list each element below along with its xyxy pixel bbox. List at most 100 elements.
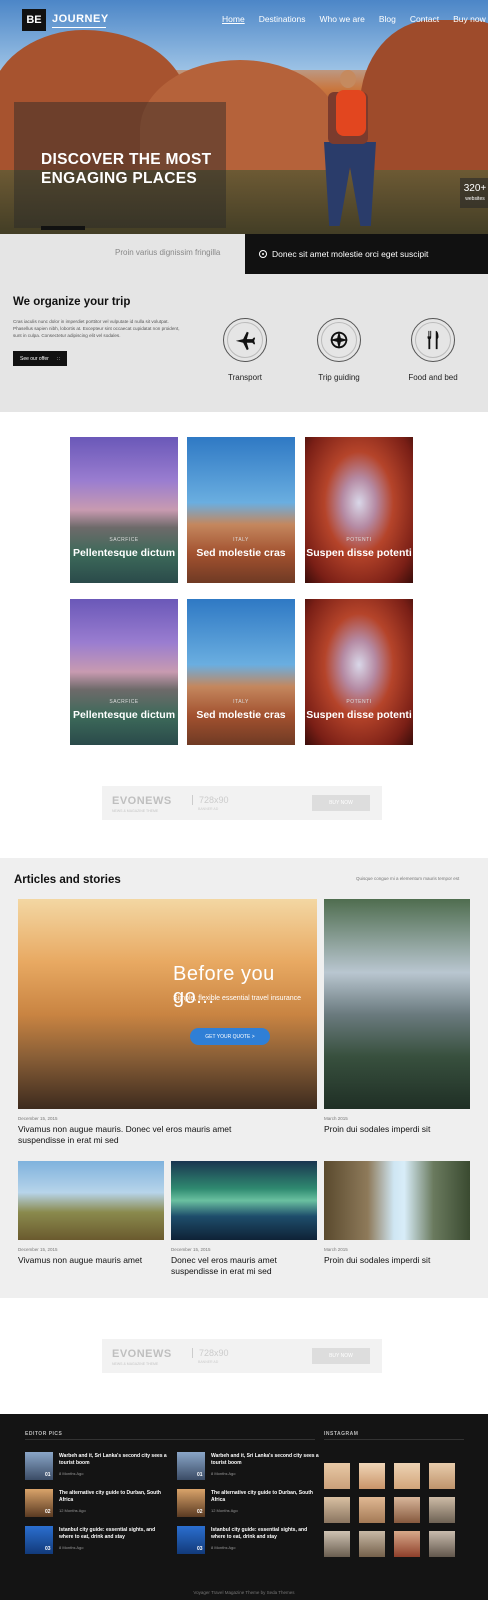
article-date: December 15, 2015: [18, 1247, 58, 1252]
banner-ad[interactable]: EVONEWS NEWS & MAGAZINE THEME 728x90 BAN…: [102, 1339, 382, 1373]
article-title[interactable]: Vivamus non augue mauris. Donec vel eros…: [18, 1124, 258, 1146]
articles-section: Articles and stories Quisque congue mi a…: [0, 858, 488, 1298]
pick-title: Warbeh and it, Sri Lanka's second city s…: [59, 1453, 167, 1466]
nav-destinations[interactable]: Destinations: [259, 14, 306, 24]
pick-title: Warbeh and it, Sri Lanka's second city s…: [211, 1453, 319, 1466]
article-image[interactable]: [324, 899, 470, 1109]
ad-buy-button[interactable]: BUY NOW: [312, 795, 370, 811]
editor-pick-item[interactable]: 03 Istanbul city guide: essential sights…: [25, 1526, 165, 1556]
airplane-icon: [235, 331, 256, 351]
instagram-thumb[interactable]: [324, 1531, 350, 1557]
instagram-heading: INSTAGRAM: [324, 1431, 359, 1437]
destination-card[interactable]: SACRFICE Pellentesque dictum: [70, 437, 178, 583]
nav-buy-now[interactable]: Buy now: [453, 14, 486, 24]
ad-brand: EVONEWS: [112, 795, 172, 807]
service-transport[interactable]: Transport: [205, 318, 285, 382]
pick-number: 01: [45, 1472, 51, 1478]
instagram-thumb[interactable]: [324, 1497, 350, 1523]
news-ticker: Proin varius dignissim fringilla Donec s…: [0, 234, 488, 274]
article-image[interactable]: [324, 1161, 470, 1240]
stat-number: 320+: [463, 183, 487, 194]
editor-pick-item[interactable]: 03 Istanbul city guide: essential sights…: [177, 1526, 317, 1556]
article-date: December 15, 2015: [18, 1116, 58, 1121]
instagram-thumb[interactable]: [429, 1531, 455, 1557]
instagram-thumb[interactable]: [429, 1463, 455, 1489]
destination-card[interactable]: POTENTI Suspen disse potenti: [305, 437, 413, 583]
hero-stat-badge: 320+ websites: [460, 178, 488, 208]
pick-number: 01: [197, 1472, 203, 1478]
ticker-active-item[interactable]: Donec sit amet molestie orci eget suscip…: [245, 234, 488, 274]
editor-pick-item[interactable]: 02 The alternative city guide to Durban,…: [25, 1489, 165, 1519]
logo-box: BE: [22, 9, 46, 31]
compass-icon: [329, 330, 349, 350]
ad-size-sub: BANNER AD: [198, 807, 219, 811]
ad-buy-button[interactable]: BUY NOW: [312, 1348, 370, 1364]
article-title[interactable]: Vivamus non augue mauris amet: [18, 1255, 164, 1266]
article-title[interactable]: Donec vel eros mauris amet suspendisse i…: [171, 1255, 317, 1277]
instagram-thumb[interactable]: [394, 1463, 420, 1489]
destination-card[interactable]: ITALY Sed molestie cras: [187, 599, 295, 745]
instagram-thumb[interactable]: [324, 1463, 350, 1489]
grid-icon: ∷: [56, 355, 60, 362]
article-date: December 15, 2015: [171, 1247, 211, 1252]
ad-tagline: NEWS & MAGAZINE THEME: [112, 809, 159, 813]
instagram-thumb[interactable]: [394, 1497, 420, 1523]
nav-home[interactable]: Home: [222, 14, 245, 24]
organize-title: We organize your trip: [13, 296, 131, 308]
instagram-thumb[interactable]: [359, 1463, 385, 1489]
pick-date: 8 Months Ago: [59, 1471, 84, 1476]
article-image[interactable]: [18, 1161, 164, 1240]
instagram-thumb[interactable]: [359, 1497, 385, 1523]
articles-title: Articles and stories: [14, 874, 121, 886]
instagram-thumb[interactable]: [359, 1531, 385, 1557]
banner-ad[interactable]: EVONEWS NEWS & MAGAZINE THEME 728x90 BAN…: [102, 786, 382, 820]
cutlery-icon: [427, 330, 439, 350]
instagram-thumb[interactable]: [394, 1531, 420, 1557]
articles-hint: Quisque congue mi a elementum mauris tem…: [356, 876, 460, 881]
promo-title: Before you go...: [173, 963, 275, 1008]
hero-title: DISCOVER THE MOST ENGAGING PLACES: [41, 151, 212, 187]
pick-number: 03: [45, 1546, 51, 1552]
stat-label: websites: [465, 196, 485, 202]
editor-pick-item[interactable]: 01 Warbeh and it, Sri Lanka's second cit…: [25, 1452, 167, 1482]
get-quote-button[interactable]: GET YOUR QUOTE >: [190, 1028, 270, 1045]
service-label: Trip guiding: [318, 373, 360, 382]
card-category: ITALY: [233, 699, 249, 705]
card-category: SACRFICE: [109, 537, 139, 543]
ticker-left-text[interactable]: Proin varius dignissim fringilla: [115, 248, 220, 257]
editor-pick-item[interactable]: 02 The alternative city guide to Durban,…: [177, 1489, 317, 1519]
article-title[interactable]: Proin dui sodales imperdi sit: [324, 1255, 470, 1266]
service-label: Transport: [228, 373, 262, 382]
main-nav: Home Destinations Who we are Blog Contac…: [222, 14, 488, 24]
service-food-and-bed[interactable]: Food and bed: [393, 318, 473, 382]
featured-article-image[interactable]: Before you go... Simple, flexible essent…: [18, 899, 317, 1109]
promo-subtitle: Simple, flexible essential travel insura…: [173, 995, 302, 1002]
destination-card[interactable]: SACRFICE Pellentesque dictum: [70, 599, 178, 745]
site-logo[interactable]: BE JOURNEY: [22, 9, 108, 31]
pick-title: The alternative city guide to Durban, So…: [59, 1490, 161, 1503]
destination-card[interactable]: ITALY Sed molestie cras: [187, 437, 295, 583]
pick-number: 02: [197, 1509, 203, 1515]
pick-date: 8 Months Ago: [211, 1471, 236, 1476]
see-offer-button[interactable]: See our offer ∷: [13, 351, 67, 366]
pick-number: 02: [45, 1509, 51, 1515]
article-image[interactable]: [171, 1161, 317, 1240]
ad-size: 728x90: [192, 795, 229, 805]
footer-divider: [324, 1439, 464, 1440]
service-trip-guiding[interactable]: Trip guiding: [299, 318, 379, 382]
pick-date: 8 Months Ago: [59, 1545, 84, 1550]
article-title[interactable]: Proin dui sodales imperdi sit: [324, 1124, 470, 1135]
destination-card[interactable]: POTENTI Suspen disse potenti: [305, 599, 413, 745]
card-title: Pellentesque dictum: [72, 547, 176, 559]
editor-pick-item[interactable]: 01 Warbeh and it, Sri Lanka's second cit…: [177, 1452, 319, 1482]
nav-who-we-are[interactable]: Who we are: [319, 14, 364, 24]
card-title: Pellentesque dictum: [72, 709, 176, 721]
card-category: ITALY: [233, 537, 249, 543]
pick-date: 12 Months Ago: [59, 1508, 86, 1513]
instagram-thumb[interactable]: [429, 1497, 455, 1523]
ticker-dot-icon: [259, 250, 267, 258]
editor-picks-heading: EDITOR PICS: [25, 1431, 63, 1437]
nav-contact[interactable]: Contact: [410, 14, 439, 24]
nav-blog[interactable]: Blog: [379, 14, 396, 24]
footer-divider: [25, 1439, 315, 1440]
